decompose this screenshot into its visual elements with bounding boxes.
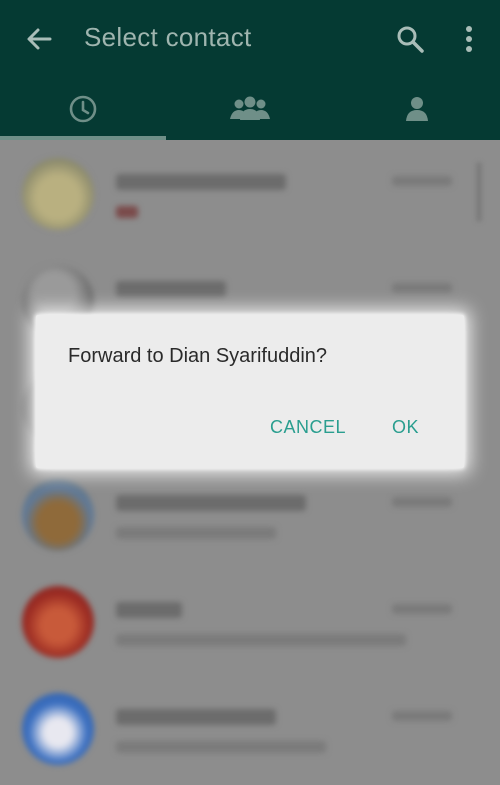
ok-button[interactable]: OK bbox=[386, 413, 425, 442]
forward-confirm-dialog: Forward to Dian Syarifuddin? CANCEL OK bbox=[36, 315, 464, 468]
cancel-button[interactable]: CANCEL bbox=[264, 413, 352, 442]
dialog-message: Forward to Dian Syarifuddin? bbox=[68, 345, 328, 367]
